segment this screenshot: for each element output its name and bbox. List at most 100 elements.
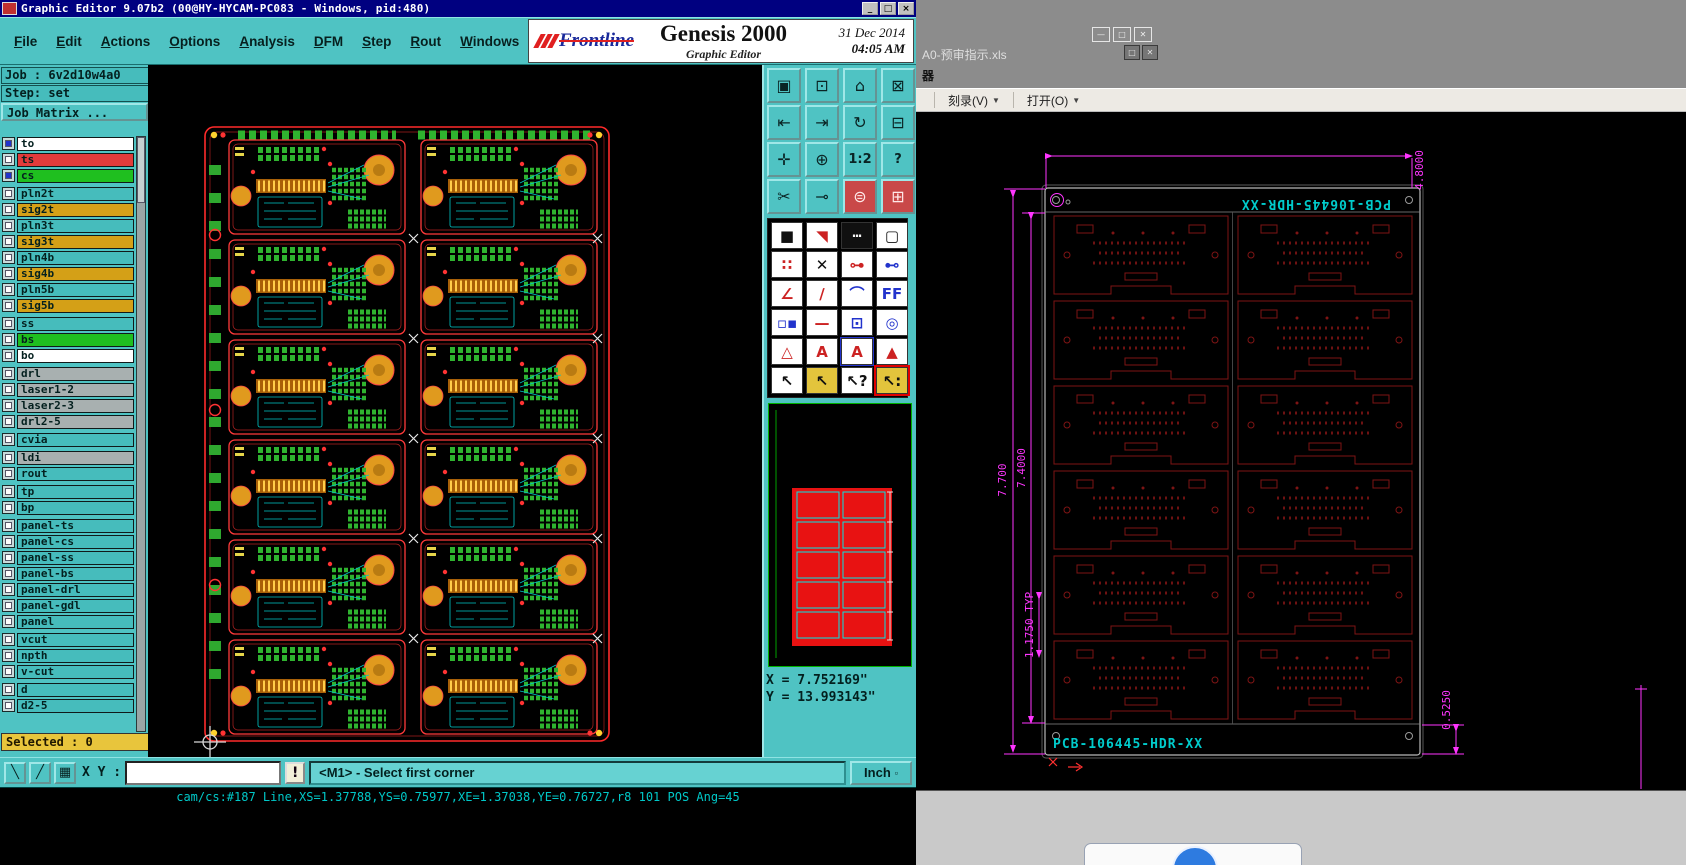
layer-row[interactable]: v-cut [2, 664, 134, 679]
layer-name[interactable]: cs [17, 168, 134, 183]
layer-visibility-checkbox[interactable] [2, 333, 15, 346]
active-select-icon[interactable]: ↖: [874, 365, 910, 396]
layer-name[interactable]: drl [17, 366, 134, 381]
select-arrow-icon[interactable]: ↖ [771, 367, 803, 394]
layer-name[interactable]: ldi [17, 450, 134, 465]
layer-row[interactable]: panel [2, 614, 134, 629]
layer-name[interactable]: ts [17, 152, 134, 167]
minimize-button[interactable]: _ [862, 2, 878, 15]
layer-row[interactable]: laser2-3 [2, 398, 134, 413]
layer-visibility-checkbox[interactable] [2, 383, 15, 396]
layer-row[interactable]: pln3t [2, 218, 134, 233]
layer-visibility-checkbox[interactable] [2, 599, 15, 612]
triangle-icon[interactable]: △ [771, 338, 803, 365]
layer-visibility-checkbox[interactable] [2, 665, 15, 678]
layer-visibility-checkbox[interactable] [2, 137, 15, 150]
layer-name[interactable]: panel-bs [17, 566, 134, 581]
layer-visibility-checkbox[interactable] [2, 153, 15, 166]
layer-row[interactable]: drl [2, 366, 134, 381]
menu-step[interactable]: Step [362, 34, 391, 49]
layer-name[interactable]: laser2-3 [17, 398, 134, 413]
query-arrow-icon[interactable]: ↖? [841, 367, 873, 394]
layer-name[interactable]: sig3t [17, 234, 134, 249]
clip-area-icon[interactable]: ✂ [767, 179, 801, 214]
layer-name[interactable]: rout [17, 466, 134, 481]
layer-row[interactable]: tp [2, 484, 134, 499]
overlay-grid-icon[interactable]: ⊞ [881, 179, 915, 214]
layer-visibility-checkbox[interactable] [2, 583, 15, 596]
layer-visibility-checkbox[interactable] [2, 169, 15, 182]
layer-row[interactable]: ldi [2, 450, 134, 465]
back-max-icon[interactable]: □ [1113, 27, 1131, 42]
layer-name[interactable]: v-cut [17, 664, 134, 679]
zoom-ratio-button[interactable]: 1:2 [843, 142, 877, 177]
home-view-icon[interactable]: ⌂ [843, 68, 877, 103]
rings-icon[interactable]: ◎ [876, 309, 908, 336]
layer-visibility-checkbox[interactable] [2, 349, 15, 362]
filled-triangle-icon[interactable]: ▲ [876, 338, 908, 365]
layer-row[interactable]: bo [2, 348, 134, 363]
layer-visibility-checkbox[interactable] [2, 615, 15, 628]
layer-name[interactable]: d [17, 682, 134, 697]
layer-row[interactable]: rout [2, 466, 134, 481]
slope-mode-icon[interactable]: ╱ [29, 761, 51, 784]
title-close-icon[interactable]: ✕ [1142, 45, 1158, 60]
layer-row[interactable]: panel-bs [2, 566, 134, 581]
job-matrix-button[interactable]: Job Matrix ... [1, 103, 148, 121]
close-view-icon[interactable]: ⊠ [881, 68, 915, 103]
layer-row[interactable]: sig5b [2, 298, 134, 313]
layer-visibility-checkbox[interactable] [2, 485, 15, 498]
layer-scrollbar[interactable] [136, 136, 146, 732]
layer-row[interactable]: laser1-2 [2, 382, 134, 397]
drawing-canvas[interactable]: PCB-106445-HDR-XX PCB-106445-HDR-XX 7.70… [916, 112, 1686, 790]
menu-edit[interactable]: Edit [56, 34, 82, 49]
center-view-icon[interactable]: ⊕ [805, 142, 839, 177]
layer-name[interactable]: cvia [17, 432, 134, 447]
layer-row[interactable]: cvia [2, 432, 134, 447]
menu-options[interactable]: Options [169, 34, 220, 49]
layer-name[interactable]: panel-ss [17, 550, 134, 565]
layer-name[interactable]: tp [17, 484, 134, 499]
erase-icon[interactable]: ✕ [806, 251, 838, 278]
layer-visibility-checkbox[interactable] [2, 251, 15, 264]
layer-name[interactable]: npth [17, 648, 134, 663]
layer-visibility-checkbox[interactable] [2, 299, 15, 312]
fillet-icon[interactable]: FF [876, 280, 908, 307]
swatch-icon[interactable]: ■ [771, 222, 803, 249]
layer-row[interactable]: drl2-5 [2, 414, 134, 429]
angle-icon[interactable]: ∠ [771, 280, 803, 307]
shape-corner-icon[interactable]: ◥ [806, 222, 838, 249]
boxed-text-icon[interactable]: A [840, 337, 874, 366]
layer-name[interactable]: bo [17, 348, 134, 363]
ruler-icon[interactable]: ┅ [841, 222, 873, 249]
layer-name[interactable]: to [17, 136, 134, 151]
layer-row[interactable]: bp [2, 500, 134, 515]
layer-visibility-checkbox[interactable] [2, 649, 15, 662]
net-end-icon[interactable]: ⊷ [876, 251, 908, 278]
alert-button[interactable]: ! [285, 761, 306, 784]
layer-name[interactable]: pln3t [17, 218, 134, 233]
layer-visibility-checkbox[interactable] [2, 187, 15, 200]
layer-row[interactable]: pln5b [2, 282, 134, 297]
layer-visibility-checkbox[interactable] [2, 535, 15, 548]
layer-row[interactable]: pln4b [2, 250, 134, 265]
layer-row[interactable]: ss [2, 316, 134, 331]
layer-row[interactable]: sig4b [2, 266, 134, 281]
layer-row[interactable]: to [2, 136, 134, 151]
layer-row[interactable]: panel-ts [2, 518, 134, 533]
layer-visibility-checkbox[interactable] [2, 451, 15, 464]
marquee-icon[interactable]: ▢ [876, 222, 908, 249]
close-button[interactable]: × [898, 2, 914, 15]
open-button[interactable]: 打开(O) ▼ [1020, 89, 1087, 112]
segment-icon[interactable]: — [806, 309, 838, 336]
layer-row[interactable]: cs [2, 168, 134, 183]
tile-windows-icon[interactable]: ⊟ [881, 105, 915, 140]
layer-visibility-checkbox[interactable] [2, 367, 15, 380]
layer-name[interactable]: pln2t [17, 186, 134, 201]
layer-name[interactable]: panel-gdl [17, 598, 134, 613]
layer-visibility-checkbox[interactable] [2, 433, 15, 446]
pcb-canvas[interactable] [148, 65, 762, 758]
burn-button[interactable]: 刻录(V) ▼ [941, 89, 1007, 112]
pan-left-icon[interactable]: ⇤ [767, 105, 801, 140]
overlay-red-icon[interactable]: ⊜ [843, 179, 877, 214]
